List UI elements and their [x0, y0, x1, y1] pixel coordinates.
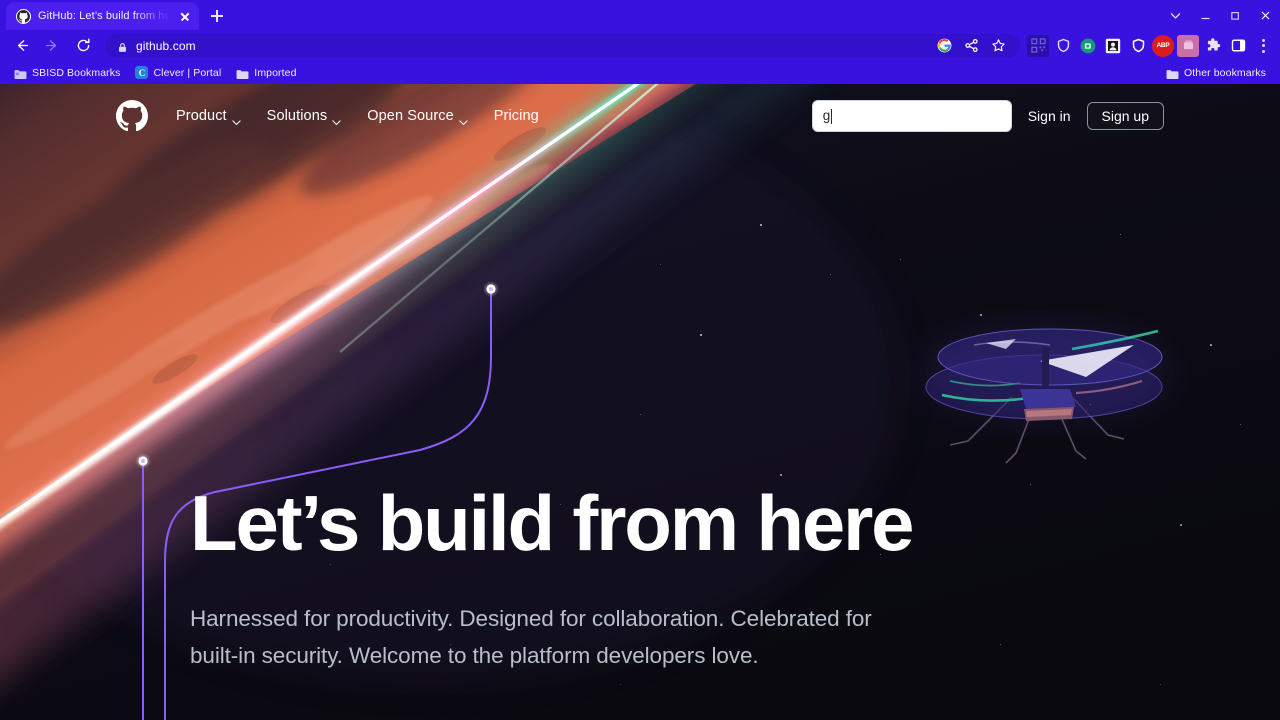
- github-nav: Product Solutions Open Source Pricing g …: [0, 84, 1280, 148]
- nav-item-open-source[interactable]: Open Source: [367, 108, 468, 125]
- browser-toolbar: github.com ABP: [0, 30, 1280, 61]
- chevron-down-icon: [459, 113, 468, 125]
- tab-search-button[interactable]: [1160, 0, 1190, 30]
- search-input[interactable]: g: [811, 100, 1012, 132]
- forward-button: [37, 32, 67, 60]
- bookmark-sbisd-bookmarks[interactable]: SBISD Bookmarks: [8, 65, 126, 81]
- shield-extension[interactable]: [1052, 35, 1074, 57]
- github-homepage: Product Solutions Open Source Pricing g …: [0, 84, 1280, 720]
- back-button[interactable]: [6, 32, 36, 60]
- nav-label: Solutions: [266, 108, 328, 124]
- text-cursor: [831, 108, 833, 124]
- bookmark-imported[interactable]: Imported: [230, 65, 302, 81]
- nav-label: Product: [176, 108, 227, 124]
- nav-label: Open Source: [367, 108, 454, 124]
- pink-extension[interactable]: [1177, 34, 1199, 57]
- star-icon[interactable]: [991, 38, 1006, 53]
- hero-title: Let’s build from here: [190, 479, 915, 567]
- maximize-button[interactable]: [1220, 0, 1250, 30]
- github-nav-links: Product Solutions Open Source Pricing: [176, 108, 539, 125]
- browser-chrome: GitHub: Let’s build from here · G: [0, 0, 1280, 84]
- bookmark-label: SBISD Bookmarks: [32, 66, 121, 79]
- qr-code-extension[interactable]: [1027, 34, 1049, 57]
- tab-strip: GitHub: Let’s build from here · G: [0, 0, 1280, 30]
- github-favicon: [16, 8, 31, 24]
- tab-title: GitHub: Let’s build from here · G: [38, 10, 170, 22]
- reload-button[interactable]: [68, 32, 98, 60]
- bookmark-clever-portal[interactable]: C Clever | Portal: [129, 64, 227, 81]
- adblock-label: ABP: [1156, 42, 1170, 49]
- chevron-down-icon: [332, 113, 341, 125]
- folder-icon: [1166, 67, 1179, 79]
- puzzle-extensions-icon[interactable]: [1202, 35, 1224, 57]
- minimize-button[interactable]: [1190, 0, 1220, 30]
- green-circle-extension[interactable]: [1077, 35, 1099, 57]
- hero-content: Let’s build from here Harnessed for prod…: [190, 479, 1020, 674]
- window-controls: [1160, 0, 1280, 30]
- dark-square-extension[interactable]: [1102, 35, 1124, 57]
- kebab-menu-icon[interactable]: [1252, 34, 1274, 58]
- folder-icon: [14, 67, 27, 79]
- google-g-icon[interactable]: [937, 38, 952, 53]
- sign-in-link[interactable]: Sign in: [1024, 108, 1075, 124]
- close-button[interactable]: [1250, 0, 1280, 30]
- extensions-area: ABP: [1027, 34, 1274, 58]
- browser-tab[interactable]: GitHub: Let’s build from here · G: [6, 2, 199, 30]
- nav-item-product[interactable]: Product: [176, 108, 241, 125]
- address-bar[interactable]: github.com: [105, 33, 1020, 58]
- search-value: g: [822, 108, 831, 124]
- hero-subtitle: Harnessed for productivity. Designed for…: [190, 605, 872, 668]
- shield-white-extension[interactable]: [1127, 35, 1149, 57]
- clever-icon: C: [135, 66, 149, 79]
- bookmarks-bar: SBISD Bookmarks C Clever | Portal Import…: [0, 61, 1280, 84]
- chevron-down-icon: [231, 113, 241, 125]
- url-text: github.com: [136, 38, 196, 53]
- new-tab-button[interactable]: [203, 2, 231, 30]
- bookmark-label: Imported: [254, 66, 297, 79]
- nav-item-solutions[interactable]: Solutions: [266, 108, 342, 125]
- side-panel-icon[interactable]: [1227, 35, 1249, 57]
- github-nav-actions: g Sign in Sign up: [811, 100, 1164, 132]
- omnibox-actions: [937, 38, 1008, 53]
- folder-icon: [236, 67, 249, 79]
- tab-close-icon[interactable]: [177, 8, 193, 24]
- other-bookmarks-button[interactable]: Other bookmarks: [1160, 65, 1272, 81]
- lock-icon: [117, 40, 128, 52]
- adblock-plus-extension[interactable]: ABP: [1152, 34, 1174, 57]
- other-bookmarks-label: Other bookmarks: [1183, 66, 1266, 79]
- github-mark-icon[interactable]: [116, 100, 148, 132]
- share-icon[interactable]: [964, 38, 979, 53]
- bookmark-label: Clever | Portal: [153, 66, 222, 79]
- nav-label: Pricing: [493, 108, 539, 124]
- nav-item-pricing[interactable]: Pricing: [494, 108, 539, 124]
- sign-up-button[interactable]: Sign up: [1086, 102, 1164, 130]
